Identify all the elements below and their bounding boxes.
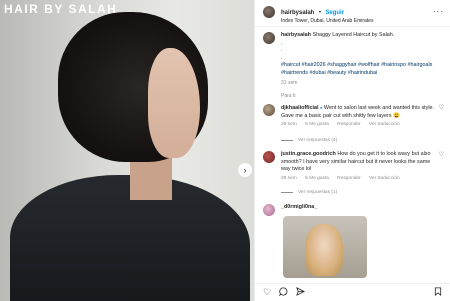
more-options-button[interactable]: ···	[433, 7, 444, 16]
heart-icon[interactable]: ♡	[439, 104, 444, 129]
post-header: hairbysalah • Seguir Index Tower, Dubai,…	[263, 6, 444, 26]
post-actions: ♡	[255, 283, 450, 301]
comment: djkhaaliofficial ● Went to salon last we…	[263, 104, 444, 129]
view-replies-button[interactable]: Ver respuestas (1)	[281, 190, 337, 195]
post-time: 31 sem	[281, 80, 298, 86]
post-image: HAIR BY SALAH ›	[0, 0, 254, 301]
caption-dot: .	[281, 39, 283, 46]
reply-button[interactable]: Responder	[337, 176, 360, 181]
location-link[interactable]: Index Tower, Dubai, United Arab Emirates	[281, 17, 373, 25]
chevron-right-icon: ›	[243, 165, 247, 175]
caption-text: Shaggy Layered Haircut by Salah.	[312, 32, 395, 38]
header-divider	[255, 26, 450, 27]
reply-button[interactable]: Responder	[337, 122, 360, 127]
avatar[interactable]	[263, 204, 275, 216]
comment-likes[interactable]: 6 Me gusta	[305, 176, 329, 181]
avatar[interactable]	[263, 104, 275, 116]
see-translation-link[interactable]: Ver traducción	[369, 176, 400, 181]
view-replies-button[interactable]: Ver respuestas (4)	[281, 138, 337, 143]
comment-username[interactable]: djkhaaliofficial	[281, 105, 318, 111]
heart-icon[interactable]: ♡	[263, 288, 271, 297]
comment-username[interactable]: _d0rmigli0na_	[281, 204, 317, 210]
see-translation-link[interactable]: Ver traducción	[369, 122, 400, 127]
caption-dot: .	[281, 47, 283, 53]
post-username[interactable]: hairbysalah	[281, 10, 314, 16]
comment-gif	[283, 216, 367, 278]
bookmark-icon[interactable]	[434, 287, 442, 298]
verified-badge-icon: ●	[319, 105, 323, 110]
audience-label: Para ti	[281, 92, 296, 99]
heart-icon[interactable]: ♡	[439, 151, 444, 182]
comment-likes[interactable]: 6 Me gusta	[305, 122, 329, 127]
view-replies-label: Ver respuestas (1)	[298, 190, 338, 195]
comment-username[interactable]: justin.grace.goodrich	[281, 151, 336, 157]
brand-watermark: HAIR BY SALAH	[4, 2, 118, 16]
comment-time: 29 sem	[281, 175, 297, 181]
caption-dot: .	[281, 54, 283, 61]
avatar[interactable]	[263, 6, 275, 18]
view-replies-label: Ver respuestas (4)	[298, 138, 338, 143]
comment: _d0rmigli0na_	[263, 204, 444, 216]
post-caption: hairbysalah Shaggy Layered Haircut by Sa…	[263, 32, 444, 100]
separator: •	[318, 10, 321, 16]
caption-username[interactable]: hairbysalah	[281, 32, 311, 38]
post-side-panel: hairbysalah • Seguir Index Tower, Dubai,…	[254, 0, 450, 301]
follow-button[interactable]: Seguir	[325, 10, 344, 16]
comment-icon[interactable]	[279, 287, 288, 298]
avatar[interactable]	[263, 32, 275, 44]
next-image-button[interactable]: ›	[238, 163, 252, 177]
caption-hashtags[interactable]: #haircut #hair2026 #shaggyhair #wolfhair…	[281, 62, 444, 77]
share-icon[interactable]	[296, 287, 306, 298]
avatar[interactable]	[263, 151, 275, 163]
comment-time: 29 sem	[281, 122, 297, 127]
comment: justin.grace.goodrich How do you get it …	[263, 151, 444, 182]
